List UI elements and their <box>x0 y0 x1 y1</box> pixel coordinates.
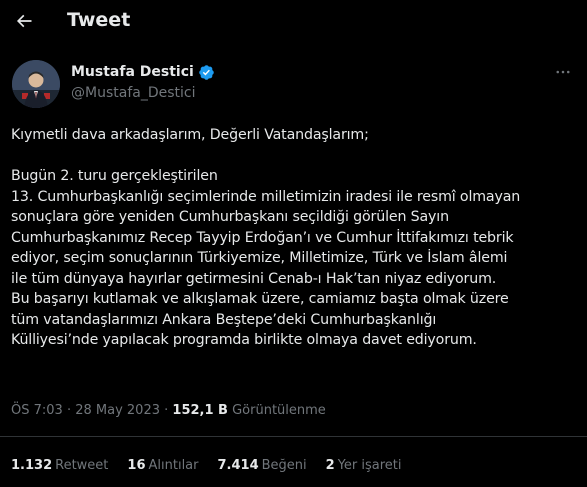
quotes-count: 16 <box>127 458 146 473</box>
retweets-label: Retweet <box>55 458 109 473</box>
tweet-line: tüm vatandaşlarımızı Ankara Beştepe’deki… <box>11 311 437 328</box>
display-name-line: Mustafa Destici <box>71 62 215 82</box>
tweet-line: sonuçlara göre yeniden Cumhurbaşkanı seç… <box>11 209 449 225</box>
top-bar: Tweet <box>0 0 587 42</box>
author-row: Mustafa Destici @Mustafa_Destici <box>0 56 587 110</box>
arrow-left-icon <box>16 14 32 28</box>
engagement-stats: 1.132 Retweet 16 Alıntılar 7.414 Beğeni 2 Ye… <box>11 458 421 473</box>
bookmarks-label: Yer işareti <box>337 458 402 473</box>
tweet-line: ile tüm dünyaya hayırlar getirmesini Cen… <box>11 270 497 287</box>
author-handle[interactable]: @Mustafa_Destici <box>71 85 215 101</box>
tweet-time[interactable]: ÖS 7:03 <box>11 403 63 418</box>
bookmarks-count: 2 <box>325 458 335 473</box>
author-display-name[interactable]: Mustafa Destici <box>71 64 194 80</box>
retweets-stat[interactable]: 1.132 Retweet <box>11 458 108 473</box>
likes-count: 7.414 <box>217 458 259 473</box>
meta-separator: · <box>160 403 173 418</box>
tweet-line: Bugün 2. turu gerçekleştirilen <box>11 168 218 184</box>
views-label: Görüntülenme <box>232 403 326 418</box>
tweet-line: ediyor, seçim sonuçlarının Türkiyemize, … <box>11 250 508 266</box>
views-count: 152,1 B <box>172 403 228 418</box>
tweet-date[interactable]: 28 May 2023 <box>75 403 160 418</box>
back-button[interactable] <box>9 6 39 36</box>
tweet-line: 13. Cumhurbaşkanlığı seçimlerinde millet… <box>11 188 521 205</box>
tweet-line: Bu başarıyı kutlamak ve alkışlamak üzere… <box>11 291 509 307</box>
tweet-line: Cumhurbaşkanımız Recep Tayyip Erdoğan’ı … <box>11 229 514 246</box>
quotes-label: Alıntılar <box>148 458 199 473</box>
likes-stat[interactable]: 7.414 Beğeni <box>218 458 307 473</box>
quotes-stat[interactable]: 16 Alıntılar <box>127 458 198 473</box>
page-title: Tweet <box>67 9 131 31</box>
avatar[interactable] <box>12 60 60 108</box>
bookmarks-stat[interactable]: 2 Yer işareti <box>326 458 402 473</box>
likes-label: Beğeni <box>261 458 307 473</box>
tweet-meta: ÖS 7:03 · 28 May 2023 · 152,1 B Görüntül… <box>11 403 326 418</box>
tweet-text: Kıymetli dava arkadaşlarım, Değerli Vata… <box>11 125 579 351</box>
more-options-button[interactable] <box>551 60 575 84</box>
retweets-count: 1.132 <box>11 458 53 473</box>
tweet-line: Kıymetli dava arkadaşlarım, Değerli Vata… <box>11 127 369 143</box>
verified-badge-icon[interactable] <box>198 64 215 81</box>
tweet-line: Külliyesi’nde yapılacak programda birlik… <box>11 332 477 348</box>
divider <box>0 436 587 437</box>
more-dots-icon <box>556 70 570 74</box>
meta-separator: · <box>62 403 76 418</box>
author-names: Mustafa Destici @Mustafa_Destici <box>71 62 215 101</box>
avatar-image <box>12 60 60 108</box>
